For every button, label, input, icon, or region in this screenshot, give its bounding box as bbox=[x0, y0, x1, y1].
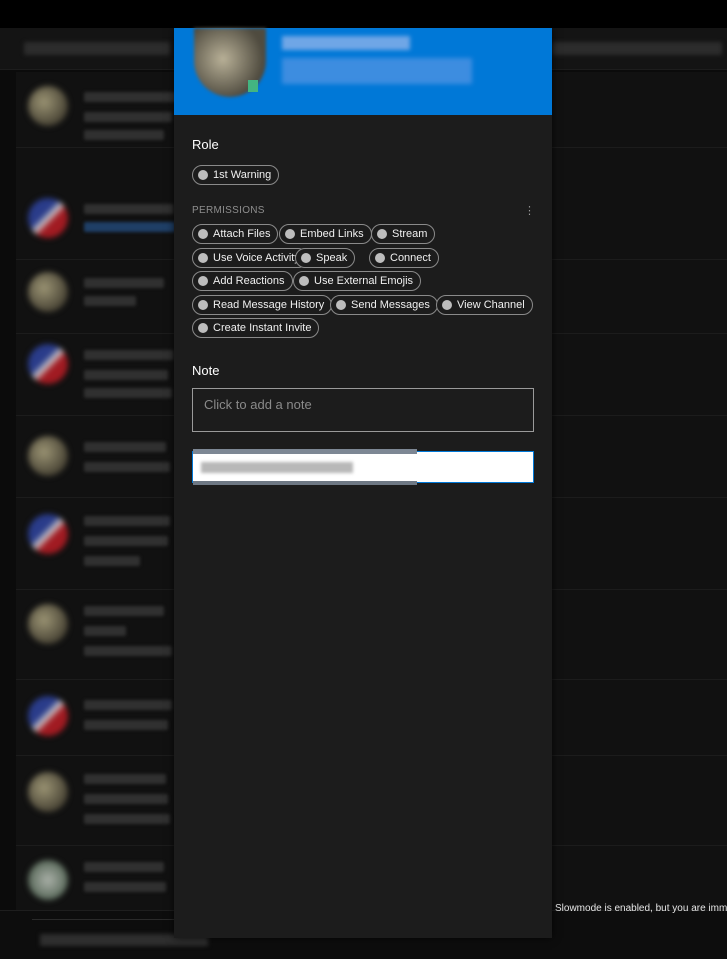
permission-dot bbox=[375, 253, 385, 263]
user-avatar[interactable] bbox=[28, 860, 68, 900]
permission-dot bbox=[198, 253, 208, 263]
role-label: 1st Warning bbox=[213, 169, 272, 181]
permission-pill[interactable]: Speak bbox=[295, 248, 356, 268]
user-tag-blurred bbox=[282, 58, 472, 84]
window-topbar bbox=[0, 0, 727, 28]
channel-name-blurred bbox=[24, 42, 170, 55]
user-avatar[interactable] bbox=[28, 86, 68, 126]
permission-label: Send Messages bbox=[351, 299, 430, 311]
permission-pill[interactable]: Embed Links bbox=[279, 224, 372, 244]
permission-pill[interactable]: Send Messages bbox=[330, 295, 438, 315]
permission-label: Stream bbox=[392, 228, 428, 240]
permission-dot bbox=[198, 323, 208, 333]
permission-label: View Channel bbox=[457, 299, 525, 311]
user-avatar[interactable] bbox=[28, 604, 68, 644]
message-placeholder-blurred bbox=[201, 462, 353, 473]
permission-dot bbox=[442, 300, 452, 310]
permission-label: Connect bbox=[390, 252, 431, 264]
permission-dot bbox=[299, 276, 309, 286]
user-avatar[interactable] bbox=[28, 514, 68, 554]
permission-dot bbox=[285, 229, 295, 239]
permission-pill[interactable]: Create Instant Invite bbox=[192, 318, 320, 338]
note-section-title: Note bbox=[192, 363, 220, 378]
role-section-title: Role bbox=[192, 137, 219, 152]
permission-pill[interactable]: Use Voice Activity bbox=[192, 248, 308, 268]
permissions-section-title: PERMISSIONS bbox=[192, 205, 265, 216]
direct-message-input[interactable] bbox=[192, 449, 534, 485]
permission-label: Create Instant Invite bbox=[213, 322, 312, 334]
permission-pill[interactable]: Stream bbox=[371, 224, 436, 244]
permission-dot bbox=[198, 229, 208, 239]
user-avatar[interactable] bbox=[28, 436, 68, 476]
permission-label: Attach Files bbox=[213, 228, 271, 240]
permission-label: Embed Links bbox=[300, 228, 364, 240]
permission-pill[interactable]: Add Reactions bbox=[192, 271, 293, 291]
permission-label: Read Message History bbox=[213, 299, 325, 311]
channel-topic-blurred bbox=[552, 42, 722, 55]
permission-pill[interactable]: Connect bbox=[369, 248, 439, 268]
profile-header bbox=[174, 28, 552, 115]
user-profile-popout: Role 1st Warning PERMISSIONS ⋮ Attach Fi… bbox=[174, 28, 552, 938]
online-status-indicator bbox=[248, 80, 258, 92]
permission-pill[interactable]: View Channel bbox=[436, 295, 533, 315]
permission-pill[interactable]: Use External Emojis bbox=[293, 271, 422, 291]
slowmode-notice: Slowmode is enabled, but you are immu bbox=[555, 903, 727, 914]
permission-label: Add Reactions bbox=[213, 275, 285, 287]
permission-dot bbox=[198, 276, 208, 286]
note-input[interactable]: Click to add a note bbox=[192, 388, 534, 432]
permission-dot bbox=[198, 300, 208, 310]
role-color-dot bbox=[198, 170, 208, 180]
user-avatar[interactable] bbox=[28, 772, 68, 812]
permission-dot bbox=[336, 300, 346, 310]
permission-pill[interactable]: Attach Files bbox=[192, 224, 279, 244]
user-avatar[interactable] bbox=[28, 696, 68, 736]
permission-label: Use External Emojis bbox=[314, 275, 414, 287]
more-options-icon[interactable]: ⋮ bbox=[524, 204, 535, 217]
username-blurred bbox=[282, 36, 410, 50]
permission-label: Use Voice Activity bbox=[213, 252, 300, 264]
user-avatar[interactable] bbox=[28, 272, 68, 312]
permission-pill[interactable]: Read Message History bbox=[192, 295, 333, 315]
user-avatar[interactable] bbox=[28, 198, 68, 238]
permission-label: Speak bbox=[316, 252, 348, 264]
role-pill[interactable]: 1st Warning bbox=[192, 165, 280, 185]
user-avatar[interactable] bbox=[28, 344, 68, 384]
permission-dot bbox=[301, 253, 311, 263]
permission-dot bbox=[377, 229, 387, 239]
